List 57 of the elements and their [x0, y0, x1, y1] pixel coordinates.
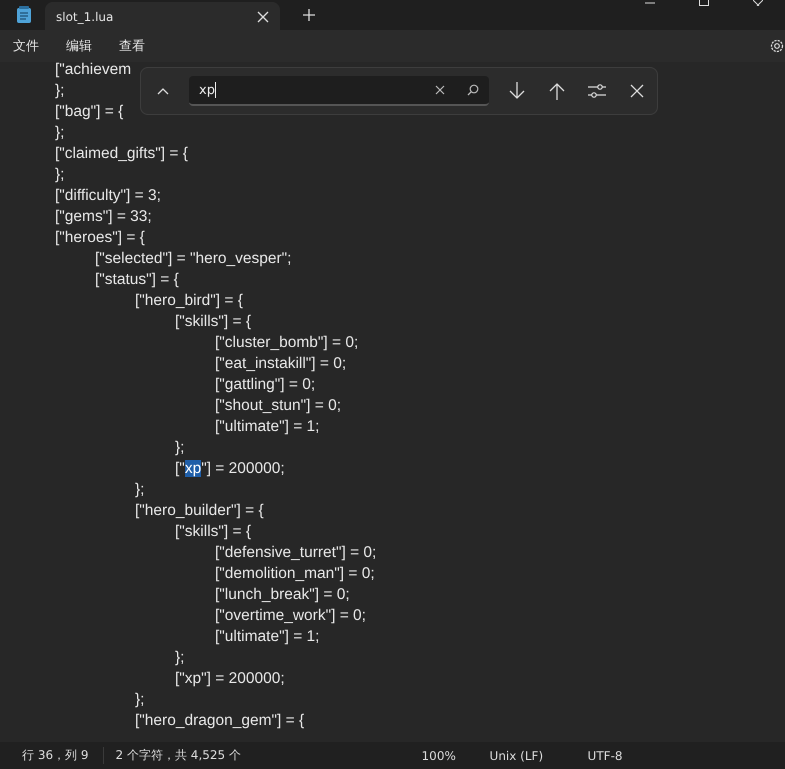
- code-line: };: [134, 690, 144, 710]
- close-icon[interactable]: [753, 0, 763, 6]
- code-line: ["hero_dragon_gem"] = {: [134, 711, 304, 731]
- code-line: ["cluster_bomb"] = 0;: [214, 333, 358, 353]
- sliders-icon[interactable]: [588, 84, 606, 98]
- code-line: ["shout_stun"] = 0;: [214, 396, 342, 416]
- menu-item[interactable]: 文件: [13, 37, 39, 55]
- arrow-down-icon[interactable]: [509, 82, 525, 100]
- file-tab[interactable]: slot_1.lua: [45, 2, 280, 32]
- code-line: ["gems"] = 33;: [55, 207, 152, 227]
- line-ending: Unix (LF): [490, 748, 544, 762]
- code-line: ["hero_bird"] = {: [134, 291, 243, 311]
- code-line: ["status"] = {: [94, 270, 179, 290]
- code-line: ["difficulty"] = 3;: [55, 186, 161, 206]
- code-line: ["heroes"] = {: [55, 228, 145, 248]
- code-line: };: [55, 81, 64, 101]
- code-line: ["defensive_turret"] = 0;: [214, 543, 376, 563]
- tab-title: slot_1.lua: [56, 10, 114, 24]
- settings-icon[interactable]: [769, 38, 785, 54]
- code-line: };: [134, 480, 144, 500]
- character-count: 2 个字符，共 4,525 个: [116, 747, 242, 764]
- close-icon[interactable]: [630, 84, 644, 98]
- code-line: ["overtime_work"] = 0;: [214, 606, 366, 626]
- code-line: ["skills"] = {: [174, 312, 252, 332]
- cursor-position: 行 36，列 9: [22, 747, 104, 764]
- code-line: ["xp"] = 200000;: [174, 669, 285, 689]
- encoding: UTF-8: [588, 748, 623, 762]
- code-line: ["bag"] = {: [55, 102, 124, 122]
- code-line: ["ultimate"] = 1;: [214, 627, 320, 647]
- code-line: };: [174, 648, 184, 668]
- arrow-up-icon[interactable]: [549, 82, 565, 100]
- search-field[interactable]: xp: [189, 76, 489, 106]
- code-line: ["selected"] = "hero_vesper";: [94, 249, 292, 269]
- close-icon[interactable]: [257, 11, 269, 23]
- code-line: ["demolition_man"] = 0;: [214, 564, 375, 584]
- maximize-icon[interactable]: [699, 0, 709, 6]
- code-line: };: [55, 123, 64, 143]
- chevron-up-icon[interactable]: [157, 87, 169, 95]
- code-line: ["skills"] = {: [174, 522, 252, 542]
- clear-icon[interactable]: [435, 85, 445, 95]
- search-icon[interactable]: [467, 84, 479, 96]
- code-line: ["eat_instakill"] = 0;: [214, 354, 346, 374]
- menu-item[interactable]: 查看: [119, 37, 145, 55]
- code-line: ["xp"] = 200000;: [174, 459, 285, 479]
- plus-icon[interactable]: [303, 9, 315, 21]
- code-line: };: [174, 438, 184, 458]
- code-line: ["ultimate"] = 1;: [214, 417, 320, 437]
- minimize-icon[interactable]: [645, 0, 655, 6]
- code-line: };: [55, 165, 64, 185]
- code-line: ["claimed_gifts"] = {: [55, 144, 188, 164]
- code-line: ["hero_builder"] = {: [134, 501, 264, 521]
- code-line: ["achievem: [55, 62, 132, 80]
- zoom-level: 100%: [422, 748, 457, 762]
- notepad-icon: [16, 6, 32, 24]
- code-line: ["gattling"] = 0;: [214, 375, 316, 395]
- menu-item[interactable]: 编辑: [66, 37, 92, 55]
- code-line: ["lunch_break"] = 0;: [214, 585, 350, 605]
